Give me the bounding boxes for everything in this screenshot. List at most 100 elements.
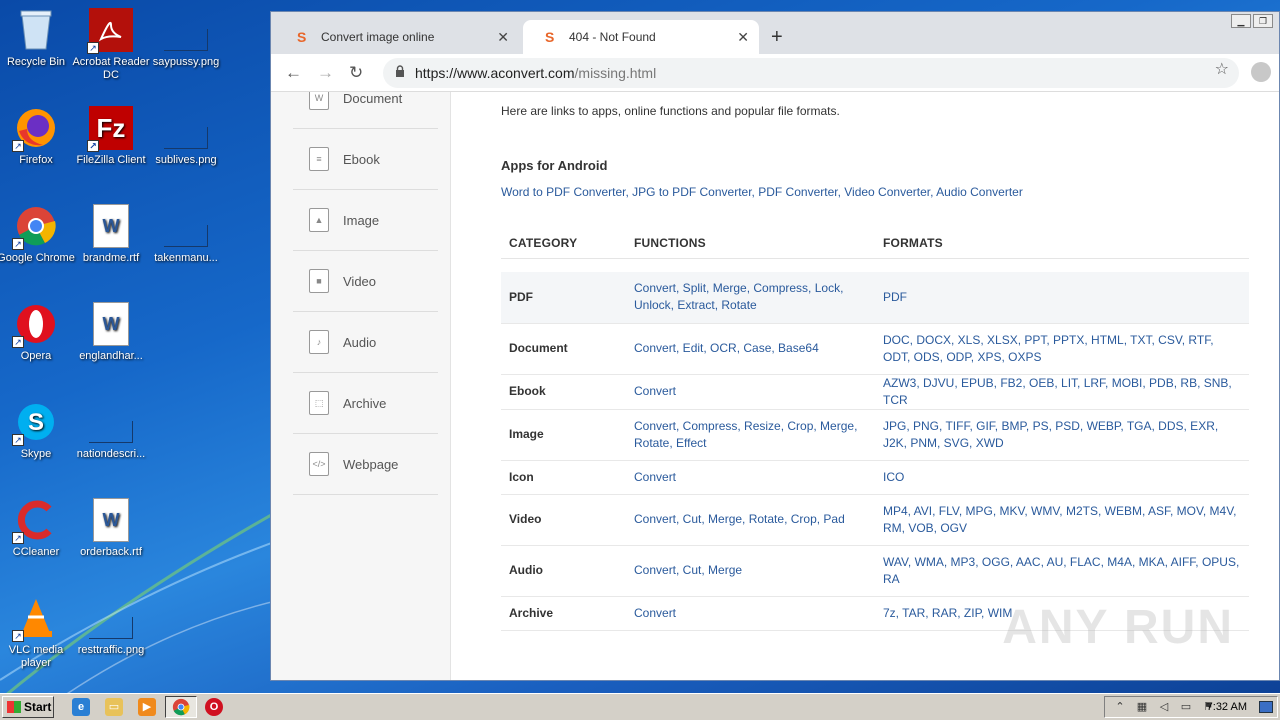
desktop-icon-firefox[interactable]: ↗ Firefox [0, 106, 75, 167]
close-tab-icon[interactable]: ✕ [737, 29, 749, 46]
media-player-icon[interactable]: ▶ [138, 698, 156, 716]
app-link-video-converter[interactable]: Video Converter [844, 185, 930, 199]
desktop-icon-nationdescri[interactable]: nationdescri... [72, 400, 150, 461]
tab-not-found[interactable]: S 404 - Not Found ✕ [523, 20, 759, 54]
start-button[interactable]: Start [2, 696, 54, 718]
table-row: Video Convert, Cut, Merge, Rotate, Crop,… [501, 494, 1249, 546]
vlc-icon: ↗ [12, 596, 58, 642]
recycle-bin-icon [14, 8, 58, 52]
table-row: PDF Convert, Split, Merge, Compress, Loc… [501, 272, 1249, 324]
category-name: PDF [501, 272, 626, 324]
window-controls: ▁ ❐ [1231, 14, 1273, 28]
address-bar[interactable]: https://www.aconvert.com/missing.html [383, 58, 1239, 88]
formats-links[interactable]: ICO [875, 460, 1249, 495]
functions-links[interactable]: Convert, Edit, OCR, Case, Base64 [626, 323, 875, 375]
browser-toolbar: ← → ↻ https://www.aconvert.com/missing.h… [271, 54, 1279, 92]
sidebar-item-label: Audio [343, 334, 377, 350]
desktop-icon-ccleaner[interactable]: ↗ CCleaner [0, 498, 75, 559]
sidebar-item-document[interactable]: W Document [293, 92, 438, 129]
apps-links: Word to PDF Converter, JPG to PDF Conver… [501, 185, 1023, 199]
functions-links[interactable]: Convert [626, 374, 875, 410]
volume-icon[interactable]: ◁ [1157, 700, 1171, 714]
image-icon: ▲ [309, 208, 329, 232]
category-sidebar: W Document ≡ Ebook ▲ Image ■ Video ♪ Aud… [271, 92, 451, 680]
url-host: https://www.aconvert.com [415, 65, 575, 81]
category-name: Archive [501, 596, 626, 631]
functions-links[interactable]: Convert, Cut, Merge, Rotate, Crop, Pad [626, 494, 875, 546]
category-name: Document [501, 323, 626, 375]
skype-icon: S ↗ [12, 400, 58, 446]
tab-label: 404 - Not Found [569, 30, 656, 44]
opera-icon[interactable]: O [205, 698, 223, 716]
functions-links[interactable]: Convert, Cut, Merge [626, 545, 875, 597]
chrome-icon [172, 698, 190, 716]
header-formats: FORMATS [875, 228, 1249, 259]
display-icon[interactable]: ▭ [1179, 700, 1193, 714]
desktop-icon-chrome[interactable]: ↗ Google Chrome [0, 204, 75, 265]
formats-links[interactable]: AZW3, DJVU, EPUB, FB2, OEB, LIT, LRF, MO… [875, 374, 1249, 410]
word-doc-icon: W [93, 498, 129, 542]
table-header-row: CATEGORY FUNCTIONS FORMATS [501, 228, 1249, 259]
formats-links[interactable]: MP4, AVI, FLV, MPG, MKV, WMV, M2TS, WEBM… [875, 494, 1249, 546]
desktop-icon-englandhar[interactable]: W englandhar... [72, 302, 150, 363]
app-link-audio-converter[interactable]: Audio Converter [936, 185, 1023, 199]
desktop-icon-sublives[interactable]: sublives.png [147, 106, 225, 167]
functions-links[interactable]: Convert, Split, Merge, Compress, Lock, U… [626, 272, 875, 324]
network-icon[interactable]: ▦ [1135, 700, 1149, 714]
minimize-icon[interactable]: ▁ [1231, 14, 1251, 28]
desktop-icon-takenmanu[interactable]: takenmanu... [147, 204, 225, 265]
bookmark-star-icon[interactable]: ☆ [1215, 59, 1229, 79]
sidebar-item-video[interactable]: ■ Video [293, 251, 438, 312]
sidebar-item-ebook[interactable]: ≡ Ebook [293, 129, 438, 190]
header-functions: FUNCTIONS [626, 228, 875, 259]
sidebar-item-label: Document [343, 92, 403, 106]
internet-explorer-icon[interactable]: e [72, 698, 90, 716]
desktop-icon-brandme[interactable]: W brandme.rtf [72, 204, 150, 265]
formats-links[interactable]: WAV, WMA, MP3, OGG, AAC, AU, FLAC, M4A, … [875, 545, 1249, 597]
category-name: Audio [501, 545, 626, 597]
reload-icon[interactable]: ↻ [349, 63, 363, 83]
sidebar-item-webpage[interactable]: </> Webpage [293, 434, 438, 495]
clock[interactable]: 7:32 AM [1207, 701, 1247, 713]
formats-links[interactable]: DOC, DOCX, XLS, XLSX, PPT, PPTX, HTML, T… [875, 323, 1249, 375]
filezilla-icon: Fz ↗ [87, 106, 133, 152]
taskbar-chrome-button[interactable] [165, 696, 197, 718]
image-file-icon [164, 204, 208, 248]
desktop-icon-opera[interactable]: ↗ Opera [0, 302, 75, 363]
app-link-word-to-pdf[interactable]: Word to PDF Converter [501, 185, 626, 199]
firefox-icon: ↗ [12, 106, 58, 152]
back-arrow-icon[interactable]: ← [285, 63, 302, 83]
desktop-icon-filezilla[interactable]: Fz ↗ FileZilla Client [72, 106, 150, 167]
profile-avatar-icon[interactable] [1251, 62, 1271, 82]
desktop-icon-vlc[interactable]: ↗ VLC media player [0, 596, 75, 670]
table-row: Ebook Convert AZW3, DJVU, EPUB, FB2, OEB… [501, 374, 1249, 410]
close-tab-icon[interactable]: ✕ [497, 29, 509, 46]
formats-links[interactable]: JPG, PNG, TIFF, GIF, BMP, PS, PSD, WEBP,… [875, 409, 1249, 461]
show-desktop-icon[interactable] [1259, 701, 1273, 713]
desktop-icon-acrobat[interactable]: ↗ Acrobat Reader DC [72, 8, 150, 82]
new-tab-button[interactable]: + [771, 26, 783, 49]
sidebar-item-image[interactable]: ▲ Image [293, 190, 438, 251]
desktop-icon-resttraffic[interactable]: resttraffic.png [72, 596, 150, 657]
apps-heading: Apps for Android [501, 158, 608, 173]
sidebar-item-audio[interactable]: ♪ Audio [293, 312, 438, 373]
functions-links[interactable]: Convert, Compress, Resize, Crop, Merge, … [626, 409, 875, 461]
app-link-jpg-to-pdf[interactable]: JPG to PDF Converter [632, 185, 751, 199]
tab-convert-image[interactable]: S Convert image online ✕ [275, 20, 519, 54]
forward-arrow-icon[interactable]: → [317, 63, 334, 83]
desktop-icon-orderback[interactable]: W orderback.rtf [72, 498, 150, 559]
sidebar-item-archive[interactable]: ⬚ Archive [293, 373, 438, 434]
functions-links[interactable]: Convert [626, 596, 875, 631]
desktop-icon-skype[interactable]: S ↗ Skype [0, 400, 75, 461]
desktop-icon-saypussy[interactable]: saypussy.png [147, 8, 225, 69]
sidebar-item-label: Image [343, 212, 380, 228]
functions-links[interactable]: Convert [626, 460, 875, 495]
app-link-pdf-converter[interactable]: PDF Converter [758, 185, 837, 199]
formats-links[interactable]: PDF [875, 272, 1249, 324]
image-file-icon [164, 8, 208, 52]
file-explorer-icon[interactable]: ▭ [105, 698, 123, 716]
anyrun-watermark: ANY RUN [1002, 601, 1234, 654]
restore-icon[interactable]: ❐ [1253, 14, 1273, 28]
tray-expand-icon[interactable]: ⌃ [1113, 700, 1127, 714]
desktop-icon-recycle-bin[interactable]: Recycle Bin [0, 8, 75, 69]
